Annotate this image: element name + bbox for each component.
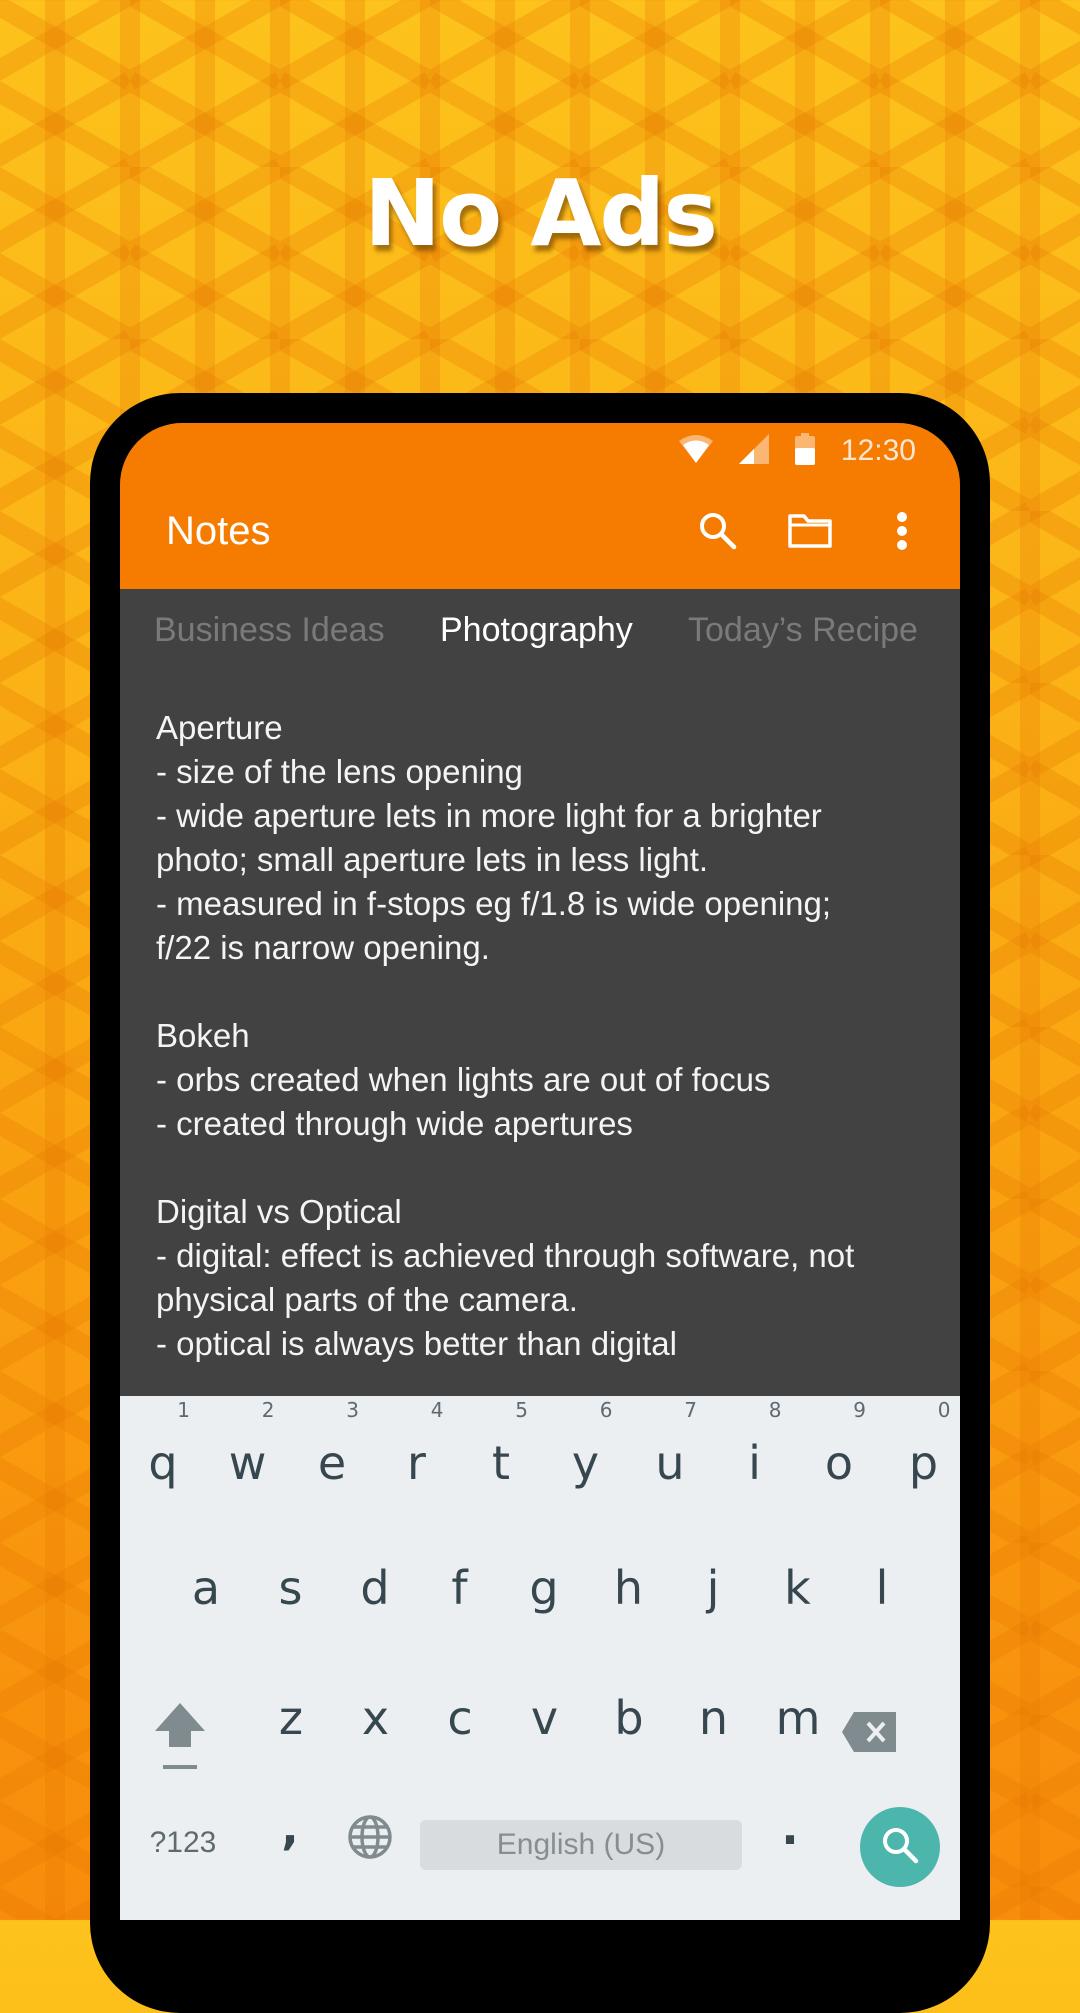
key-s[interactable]: s <box>260 1561 322 1615</box>
key-label: q <box>148 1436 178 1490</box>
cell-signal-icon <box>738 433 769 469</box>
key-i[interactable]: 8i <box>724 1398 786 1490</box>
key-hint: 2 <box>261 1398 275 1422</box>
key-hint: 7 <box>684 1398 697 1422</box>
key-q[interactable]: 1q <box>132 1398 194 1490</box>
note-blank-line <box>156 1146 936 1190</box>
app-bar: Notes <box>120 479 960 589</box>
shift-icon <box>153 1703 207 1786</box>
key-n[interactable]: n <box>683 1691 745 1745</box>
note-line: f/22 is narrow opening. <box>156 929 490 966</box>
period-key[interactable]: . <box>770 1801 810 1855</box>
note-line: physical parts of the camera. <box>156 1281 578 1318</box>
key-c[interactable]: c <box>429 1691 491 1745</box>
keyboard-search-button[interactable] <box>860 1807 940 1887</box>
key-a[interactable]: a <box>175 1561 237 1615</box>
note-line: - orbs created when lights are out of fo… <box>156 1061 771 1098</box>
globe-icon <box>347 1815 393 1871</box>
more-options-button[interactable] <box>874 505 930 561</box>
note-line: Digital vs Optical <box>156 1193 402 1230</box>
key-hint: 9 <box>853 1398 866 1422</box>
key-label: r <box>407 1436 426 1490</box>
key-x[interactable]: x <box>345 1691 407 1745</box>
key-m[interactable]: m <box>767 1691 829 1745</box>
key-label: t <box>491 1436 511 1490</box>
shift-key[interactable] <box>148 1701 212 1786</box>
tab-business-ideas[interactable]: Business Ideas <box>154 611 385 650</box>
note-line: Aperture <box>156 709 283 746</box>
key-l[interactable]: l <box>851 1561 913 1615</box>
key-u[interactable]: 7u <box>639 1398 701 1490</box>
note-line: - created through wide apertures <box>156 1105 633 1142</box>
key-v[interactable]: v <box>514 1691 576 1745</box>
key-label: u <box>655 1436 685 1490</box>
folder-icon <box>787 513 833 554</box>
key-z[interactable]: z <box>260 1691 322 1745</box>
key-f[interactable]: f <box>429 1561 491 1615</box>
key-w[interactable]: 2w <box>217 1398 279 1490</box>
key-j[interactable]: j <box>682 1561 744 1615</box>
key-label: w <box>228 1436 267 1490</box>
app-title: Notes <box>166 509 271 553</box>
space-bar[interactable]: English (US) <box>420 1820 742 1870</box>
key-d[interactable]: d <box>344 1561 406 1615</box>
folder-button[interactable] <box>782 505 838 561</box>
search-icon <box>698 511 738 556</box>
backspace-icon <box>842 1709 896 1763</box>
key-p[interactable]: 0p <box>893 1398 955 1490</box>
key-e[interactable]: 3e <box>301 1398 363 1490</box>
key-label: y <box>571 1436 600 1490</box>
key-o[interactable]: 9o <box>808 1398 870 1490</box>
key-hint: 6 <box>599 1398 613 1422</box>
headline: No Ads <box>363 160 718 267</box>
backspace-key[interactable] <box>832 1709 906 1763</box>
key-label: i <box>748 1436 761 1490</box>
wifi-icon <box>678 434 713 468</box>
note-text-area[interactable]: Aperture - size of the lens opening - wide… <box>156 706 936 1366</box>
tab-photography[interactable]: Photography <box>440 611 633 650</box>
note-line: - size of the lens opening <box>156 753 523 790</box>
key-hint: 0 <box>937 1398 951 1422</box>
key-h[interactable]: h <box>598 1561 660 1615</box>
battery-icon <box>794 432 815 470</box>
tab-todays-recipe[interactable]: Today’s Recipe <box>688 611 918 650</box>
search-icon <box>880 1825 920 1870</box>
key-t[interactable]: 5t <box>470 1398 532 1490</box>
note-blank-line <box>156 970 936 1014</box>
note-line: - optical is always better than digital <box>156 1325 677 1362</box>
key-y[interactable]: 6y <box>555 1398 617 1490</box>
key-label: e <box>317 1436 347 1490</box>
comma-key[interactable]: , <box>270 1801 310 1855</box>
key-label: p <box>908 1436 939 1490</box>
status-time: 12:30 <box>840 434 916 467</box>
note-line: - digital: effect is achieved through so… <box>156 1237 855 1274</box>
phone-screen: 12:30 Notes Business Ideas Photography T… <box>120 423 960 1920</box>
note-line: Bokeh <box>156 1017 250 1054</box>
key-r[interactable]: 4r <box>386 1398 448 1490</box>
symbols-key[interactable]: ?123 <box>148 1826 218 1860</box>
key-label: o <box>824 1436 854 1490</box>
key-g[interactable]: g <box>513 1561 575 1615</box>
soft-keyboard: 1q2w3e4r5t6y7u8i9o0p asdfghjkl zxcvbnm ?… <box>120 1396 960 1920</box>
key-k[interactable]: k <box>767 1561 829 1615</box>
more-vert-icon <box>896 511 908 556</box>
language-key[interactable] <box>346 1814 394 1871</box>
key-b[interactable]: b <box>598 1691 660 1745</box>
key-hint: 5 <box>515 1398 528 1422</box>
key-hint: 1 <box>177 1398 190 1422</box>
status-bar: 12:30 <box>120 423 960 479</box>
notes-tabs: Business Ideas Photography Today’s Recip… <box>120 589 960 677</box>
key-hint: 8 <box>768 1398 782 1422</box>
key-hint: 4 <box>430 1398 444 1422</box>
search-button[interactable] <box>690 505 746 561</box>
note-line: - measured in f-stops eg f/1.8 is wide o… <box>156 885 832 922</box>
note-line: - wide aperture lets in more light for a… <box>156 797 822 834</box>
note-line: photo; small aperture lets in less light… <box>156 841 709 878</box>
key-hint: 3 <box>346 1398 359 1422</box>
